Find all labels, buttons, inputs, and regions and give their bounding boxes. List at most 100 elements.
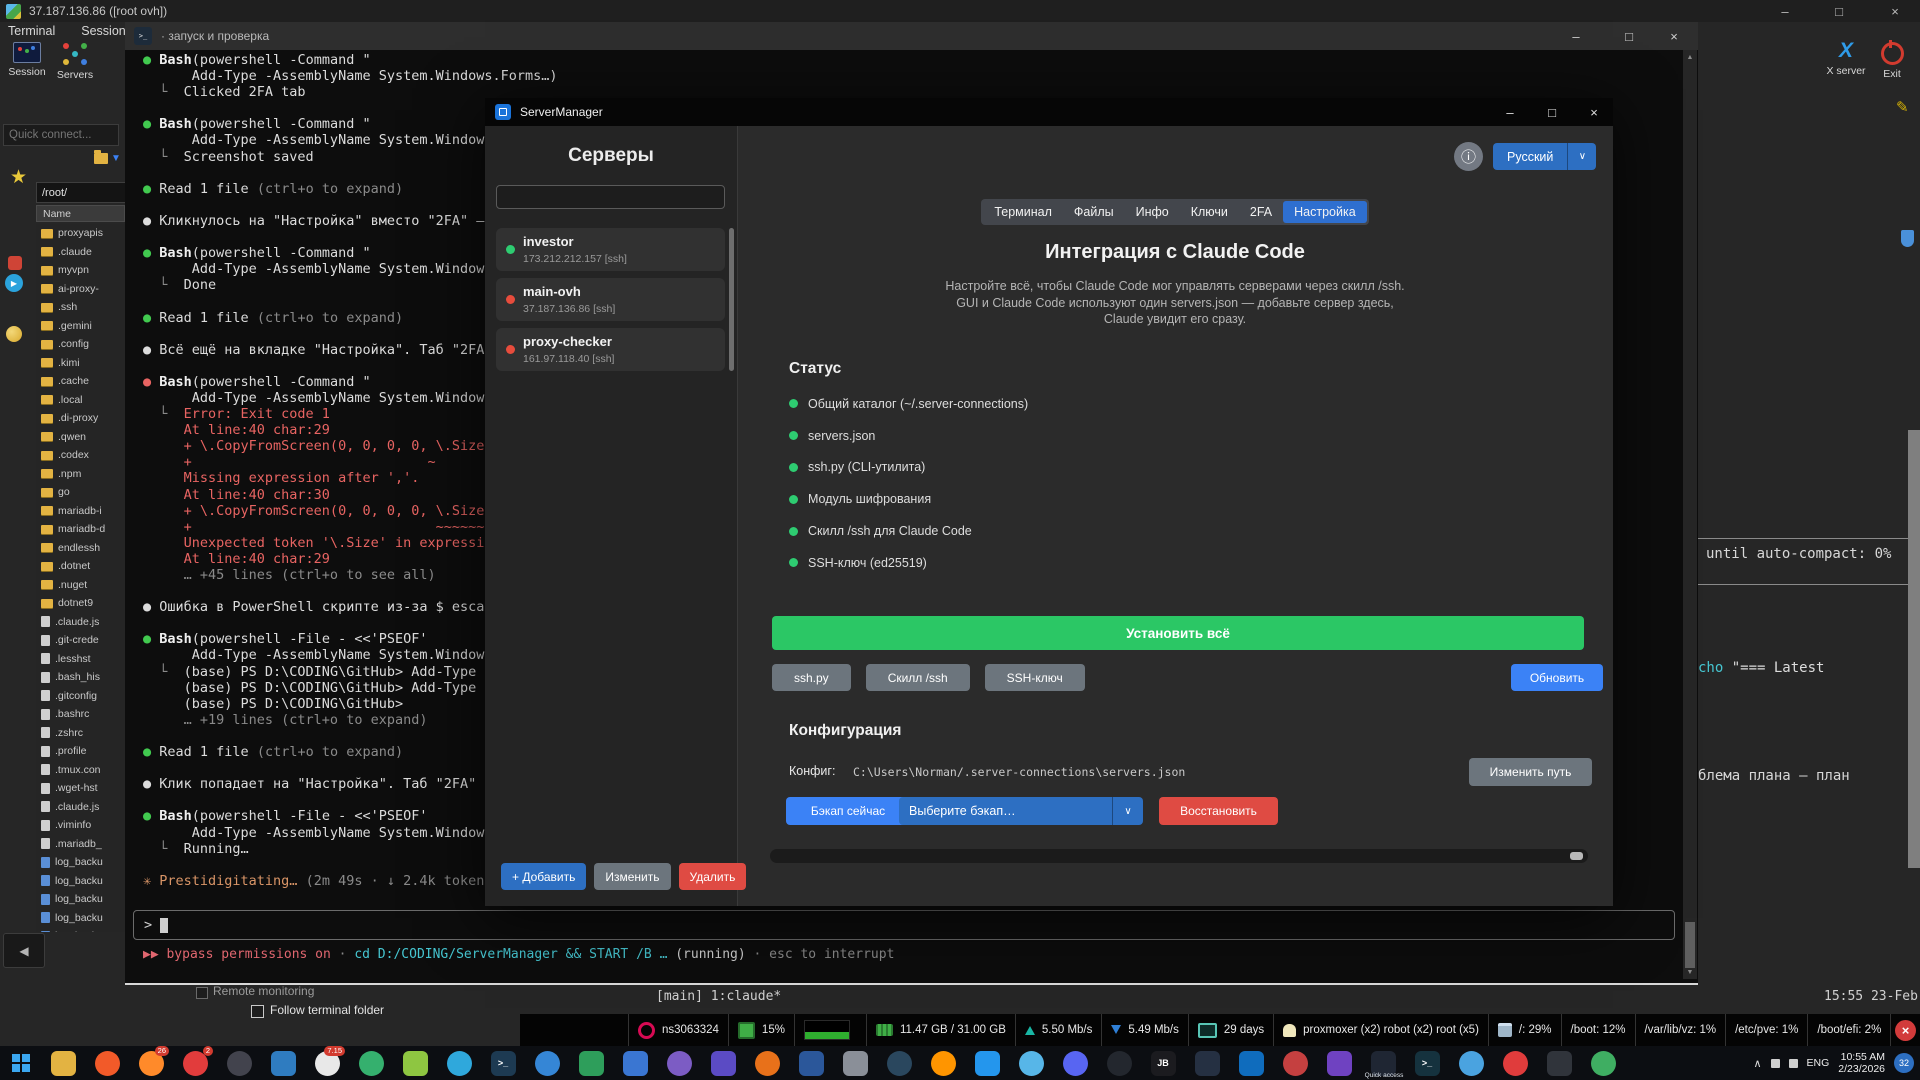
taskbar-app-slot[interactable] (754, 1048, 780, 1078)
sm-tab[interactable]: Настройка (1283, 201, 1367, 223)
server-action-button[interactable]: Удалить (679, 863, 747, 890)
file-tree-item[interactable]: log_backu (36, 927, 125, 932)
taskbar-app-slot[interactable] (270, 1048, 296, 1078)
terminal-maximize-button[interactable]: □ (1612, 25, 1646, 47)
session-button[interactable]: Session (4, 42, 50, 92)
taskbar-app-icon[interactable] (1283, 1051, 1308, 1076)
server-action-button[interactable]: Изменить (594, 863, 670, 890)
install-all-button[interactable]: Установить всё (772, 616, 1584, 650)
file-tree-item[interactable]: .qwen (36, 428, 125, 447)
tray-expand-icon[interactable]: ∧ (1753, 1057, 1761, 1070)
sm-horizontal-scrollbar[interactable] (770, 849, 1588, 863)
file-tree-item[interactable]: .claude.js (36, 613, 125, 632)
file-tree-item[interactable]: .ssh (36, 298, 125, 317)
follow-terminal-folder-checkbox[interactable] (251, 1005, 264, 1018)
taskbar-app-slot[interactable] (666, 1048, 692, 1078)
files-column-header[interactable]: Name (36, 205, 125, 222)
sm-close-button[interactable]: × (1577, 101, 1611, 123)
file-tree-item[interactable]: .bash_his (36, 668, 125, 687)
file-tree-item[interactable]: .zshrc (36, 724, 125, 743)
file-tree-item[interactable]: .mariadb_ (36, 835, 125, 854)
exit-button[interactable]: Exit (1872, 42, 1912, 92)
file-tree-item[interactable]: go (36, 483, 125, 502)
telegram-icon[interactable]: ▶ (5, 274, 23, 292)
taskbar-app-slot[interactable] (1018, 1048, 1044, 1078)
download-icon[interactable]: ▼ (111, 153, 121, 164)
taskbar-app-icon[interactable] (667, 1051, 692, 1076)
sm-minimize-button[interactable]: – (1493, 101, 1527, 123)
file-tree-item[interactable]: .kimi (36, 354, 125, 373)
keyboard-language[interactable]: ENG (1807, 1057, 1830, 1069)
taskbar-app-icon[interactable] (95, 1051, 120, 1076)
mx-minimize-button[interactable]: – (1768, 0, 1802, 22)
server-card[interactable]: main-ovh 37.187.136.86 [ssh] (496, 278, 725, 321)
shield-icon[interactable] (1901, 230, 1914, 247)
menu-item[interactable]: Terminal (8, 24, 55, 38)
terminal-scrollbar[interactable]: ▲ ▼ (1683, 50, 1697, 979)
sm-maximize-button[interactable]: □ (1535, 101, 1569, 123)
install-component-button[interactable]: SSH-ключ (985, 664, 1085, 691)
taskbar-app-icon[interactable] (711, 1051, 736, 1076)
taskbar-app-slot[interactable] (798, 1048, 824, 1078)
app-ball-icon[interactable] (6, 326, 22, 342)
folder-up-icon[interactable] (94, 153, 108, 164)
taskbar-app-icon[interactable]: JB (1151, 1051, 1176, 1076)
scrollbar-thumb[interactable] (1570, 852, 1583, 860)
sm-tab[interactable]: 2FA (1239, 201, 1283, 223)
mx-close-button[interactable]: × (1878, 0, 1912, 22)
taskbar-app-slot[interactable]: Quick access (1370, 1048, 1396, 1078)
change-path-button[interactable]: Изменить путь (1469, 758, 1592, 786)
file-tree-item[interactable]: .codex (36, 446, 125, 465)
tray-icon[interactable] (1771, 1059, 1780, 1068)
install-component-button[interactable]: ssh.py (772, 664, 851, 691)
background-scrollbar[interactable] (1908, 430, 1920, 868)
scroll-down-icon[interactable]: ▼ (1683, 965, 1697, 979)
taskbar-app-icon[interactable]: >_ (1415, 1051, 1440, 1076)
file-tree-item[interactable]: .viminfo (36, 816, 125, 835)
sm-tab[interactable]: Ключи (1180, 201, 1239, 223)
file-tree-item[interactable]: endlessh (36, 539, 125, 558)
taskbar-app-slot[interactable] (1502, 1048, 1528, 1078)
taskbar-app-icon[interactable] (1239, 1051, 1264, 1076)
taskbar-app-slot[interactable] (1238, 1048, 1264, 1078)
file-tree-item[interactable]: .bashrc (36, 705, 125, 724)
taskbar-app-icon[interactable] (1459, 1051, 1484, 1076)
backup-select-dropdown[interactable]: Выберите бэкап… ∨ (899, 797, 1143, 825)
taskbar-app-slot[interactable] (622, 1048, 648, 1078)
taskbar-app-slot[interactable] (1458, 1048, 1484, 1078)
terminal-prompt-input[interactable]: > (133, 910, 1675, 940)
server-card[interactable]: investor 173.212.212.157 [ssh] (496, 228, 725, 271)
taskbar-app-icon[interactable] (1591, 1051, 1616, 1076)
taskbar-app-slot[interactable] (578, 1048, 604, 1078)
start-button[interactable] (6, 1048, 36, 1078)
taskbar-app-slot[interactable] (402, 1048, 428, 1078)
taskbar-app-icon[interactable] (1195, 1051, 1220, 1076)
taskbar-app-slot[interactable] (446, 1048, 472, 1078)
file-tree-item[interactable]: .config (36, 335, 125, 354)
file-tree-item[interactable]: log_backu (36, 909, 125, 928)
taskbar-app-icon[interactable] (623, 1051, 648, 1076)
taskbar-app-icon[interactable] (843, 1051, 868, 1076)
taskbar-app-icon[interactable] (975, 1051, 1000, 1076)
taskbar-app-icon[interactable] (1063, 1051, 1088, 1076)
sidebar-back-button[interactable]: ◀ (3, 933, 45, 968)
sm-tab[interactable]: Файлы (1063, 201, 1125, 223)
file-tree-item[interactable]: mariadb-i (36, 502, 125, 521)
pen-icon[interactable]: ✎ (1896, 98, 1909, 116)
file-tree-item[interactable]: .gitconfig (36, 687, 125, 706)
remote-monitoring-checkbox[interactable] (196, 987, 208, 999)
backup-now-button[interactable]: Бэкап сейчас (786, 797, 910, 825)
file-tree-item[interactable]: .dotnet (36, 557, 125, 576)
file-tree-item[interactable]: myvpn (36, 261, 125, 280)
file-tree-item[interactable]: log_backu (36, 890, 125, 909)
taskbar-app-icon[interactable] (579, 1051, 604, 1076)
taskbar-app-icon[interactable] (535, 1051, 560, 1076)
taskbar-app-slot[interactable] (1106, 1048, 1132, 1078)
taskbar-app-slot[interactable] (1590, 1048, 1616, 1078)
file-tree-item[interactable]: .claude.js (36, 798, 125, 817)
file-tree-item[interactable]: mariadb-d (36, 520, 125, 539)
taskbar-app-slot[interactable] (534, 1048, 560, 1078)
file-tree-item[interactable]: ai-proxy- (36, 280, 125, 299)
file-tree-item[interactable]: dotnet9 (36, 594, 125, 613)
notification-badge[interactable]: 32 (1894, 1053, 1914, 1073)
